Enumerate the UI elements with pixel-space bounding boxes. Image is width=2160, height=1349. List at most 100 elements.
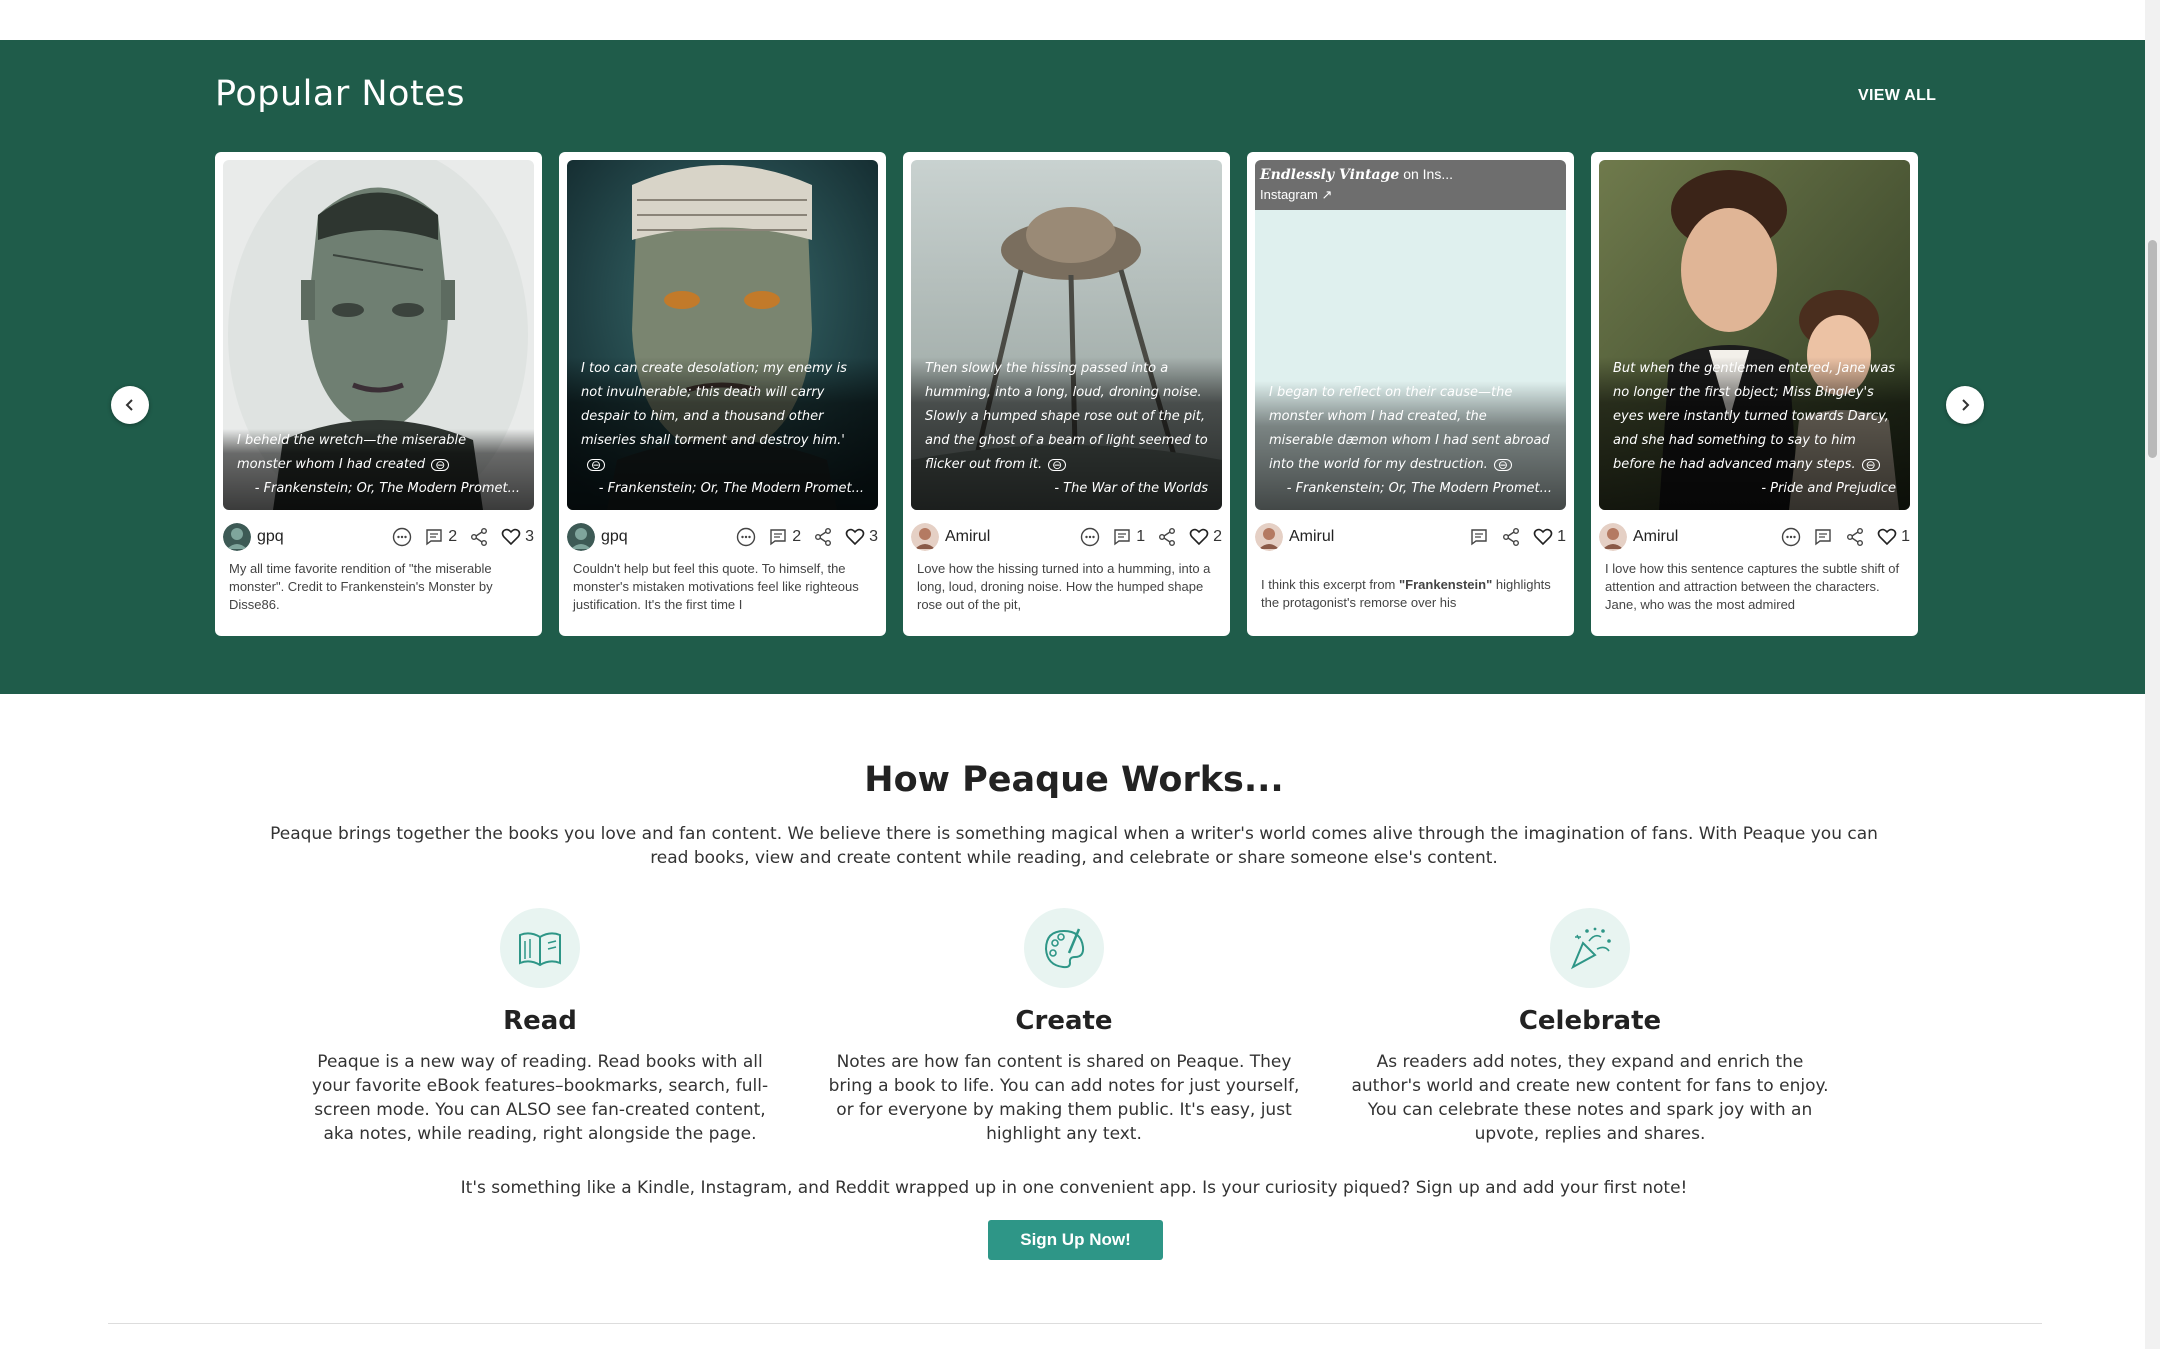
note-card[interactable]: But when the gentlemen entered, Jane was… xyxy=(1591,152,1918,636)
link-icon[interactable]: ⊖ xyxy=(1861,458,1880,471)
comment-icon xyxy=(426,529,442,546)
user-name[interactable]: Amirul xyxy=(1633,528,1781,546)
feature-celebrate: Celebrate As readers add notes, they exp… xyxy=(1350,908,1830,1146)
like-count: 2 xyxy=(1213,528,1222,545)
share-button[interactable] xyxy=(1845,527,1865,547)
heart-icon xyxy=(1877,528,1897,546)
note-image[interactable]: I beheld the wretch—the miserable monste… xyxy=(223,160,534,510)
quote-source: - Frankenstein; Or, The Modern Promet... xyxy=(254,481,520,496)
quote-overlay: I beheld the wretch—the miserable monste… xyxy=(223,429,534,510)
share-icon xyxy=(1503,528,1520,546)
feature-title: Read xyxy=(503,1006,577,1036)
heart-icon xyxy=(845,528,865,546)
user-name[interactable]: Amirul xyxy=(1289,528,1469,546)
more-options-button[interactable] xyxy=(392,527,412,547)
section-title: Popular Notes xyxy=(215,74,465,114)
avatar[interactable] xyxy=(911,523,939,551)
comments-button[interactable]: 1 xyxy=(1112,527,1145,547)
feature-title: Celebrate xyxy=(1518,1006,1662,1036)
more-options-icon xyxy=(736,527,756,547)
user-name[interactable]: Amirul xyxy=(945,528,1080,546)
more-options-button[interactable] xyxy=(1080,527,1100,547)
more-options-icon xyxy=(1080,527,1100,547)
carousel-next-button[interactable] xyxy=(1946,386,1984,424)
note-image[interactable]: I too can create desolation; my enemy is… xyxy=(567,160,878,510)
carousel-prev-button[interactable] xyxy=(111,386,149,424)
link-icon[interactable]: ⊖ xyxy=(431,458,450,471)
quote-text: But when the gentlemen entered, Jane was… xyxy=(1613,361,1896,472)
quote-source: - The War of the Worlds xyxy=(1054,481,1208,496)
note-description: My all time favorite rendition of "the m… xyxy=(229,561,493,612)
popular-notes-section: Popular Notes VIEW ALL I beheld the wret… xyxy=(0,40,2148,694)
quote-source: - Pride and Prejudice xyxy=(1761,481,1896,496)
share-button[interactable] xyxy=(1157,527,1177,547)
like-button[interactable]: 3 xyxy=(845,527,878,547)
like-button[interactable]: 2 xyxy=(1189,527,1222,547)
more-options-button[interactable] xyxy=(736,527,756,547)
note-image[interactable]: But when the gentlemen entered, Jane was… xyxy=(1599,160,1910,510)
note-card[interactable]: Endlessly Vintage on Ins... Instagram ↗ … xyxy=(1247,152,1574,636)
note-card[interactable]: I beheld the wretch—the miserable monste… xyxy=(215,152,542,636)
note-meta: Amirul 1 xyxy=(1255,520,1566,554)
avatar[interactable] xyxy=(223,523,251,551)
more-options-button[interactable] xyxy=(1781,527,1801,547)
quote-overlay: I began to reflect on their cause—the mo… xyxy=(1255,381,1566,510)
user-name[interactable]: gpq xyxy=(601,528,736,546)
like-count: 3 xyxy=(525,528,534,545)
divider xyxy=(108,1323,2042,1324)
like-button[interactable]: 1 xyxy=(1877,527,1910,547)
quote-text: Then slowly the hissing passed into a hu… xyxy=(925,361,1208,472)
share-button[interactable] xyxy=(469,527,489,547)
feature-text: As readers add notes, they expand and en… xyxy=(1351,1052,1829,1144)
note-carousel: I beheld the wretch—the miserable monste… xyxy=(215,152,1918,636)
heart-icon xyxy=(1533,528,1553,546)
note-image[interactable]: Endlessly Vintage on Ins... Instagram ↗ … xyxy=(1255,160,1566,510)
more-options-icon xyxy=(1781,527,1801,547)
note-meta: gpq 2 3 xyxy=(223,520,534,554)
link-icon[interactable]: ⊖ xyxy=(587,458,606,471)
feature-icon-circle xyxy=(500,908,580,988)
sign-up-button[interactable]: Sign Up Now! xyxy=(988,1220,1163,1260)
user-name[interactable]: gpq xyxy=(257,528,392,546)
avatar[interactable] xyxy=(1255,523,1283,551)
share-button[interactable] xyxy=(813,527,833,547)
instagram-embed-header[interactable]: Endlessly Vintage on Ins... Instagram ↗ xyxy=(1255,160,1566,210)
view-all-link[interactable]: VIEW ALL xyxy=(1858,87,1936,105)
comments-button[interactable]: 2 xyxy=(424,527,457,547)
avatar[interactable] xyxy=(1599,523,1627,551)
note-card[interactable]: I too can create desolation; my enemy is… xyxy=(559,152,886,636)
comment-count: 2 xyxy=(448,528,458,545)
open-book-icon xyxy=(519,932,561,967)
note-description: I love how this sentence captures the su… xyxy=(1605,561,1900,612)
like-count: 1 xyxy=(1901,528,1910,545)
feature-icon-circle xyxy=(1024,908,1104,988)
link-icon[interactable]: ⊖ xyxy=(1048,458,1067,471)
share-button[interactable] xyxy=(1501,527,1521,547)
quote-text: I too can create desolation; my enemy is… xyxy=(581,361,847,472)
comment-count: 1 xyxy=(1136,528,1146,545)
scrollbar[interactable] xyxy=(2145,0,2160,1349)
feature-icon-circle xyxy=(1550,908,1630,988)
quote-source: - Frankenstein; Or, The Modern Promet... xyxy=(598,481,864,496)
comments-button[interactable] xyxy=(1469,527,1489,547)
note-image[interactable]: Then slowly the hissing passed into a hu… xyxy=(911,160,1222,510)
link-icon[interactable]: ⊖ xyxy=(1493,458,1512,471)
quote-overlay: But when the gentlemen entered, Jane was… xyxy=(1599,357,1910,510)
like-button[interactable]: 1 xyxy=(1533,527,1566,547)
quote-overlay: Then slowly the hissing passed into a hu… xyxy=(911,357,1222,510)
instagram-link[interactable]: Instagram ↗ xyxy=(1260,187,1561,203)
comments-button[interactable] xyxy=(1813,527,1833,547)
avatar[interactable] xyxy=(567,523,595,551)
comment-count: 2 xyxy=(792,528,802,545)
note-card[interactable]: Then slowly the hissing passed into a hu… xyxy=(903,152,1230,636)
comments-button[interactable]: 2 xyxy=(768,527,801,547)
external-link-icon: ↗ xyxy=(1321,187,1333,202)
scrollbar-thumb[interactable] xyxy=(2148,240,2157,458)
how-it-works-intro: Peaque brings together the books you lov… xyxy=(270,824,1878,868)
instagram-account: Endlessly Vintage on Ins... xyxy=(1260,166,1454,183)
like-button[interactable]: 3 xyxy=(501,527,534,547)
chevron-right-icon xyxy=(1962,399,1970,411)
chevron-left-icon xyxy=(125,399,133,411)
feature-read: Read Peaque is a new way of reading. Rea… xyxy=(300,908,780,1146)
share-icon xyxy=(471,528,488,546)
